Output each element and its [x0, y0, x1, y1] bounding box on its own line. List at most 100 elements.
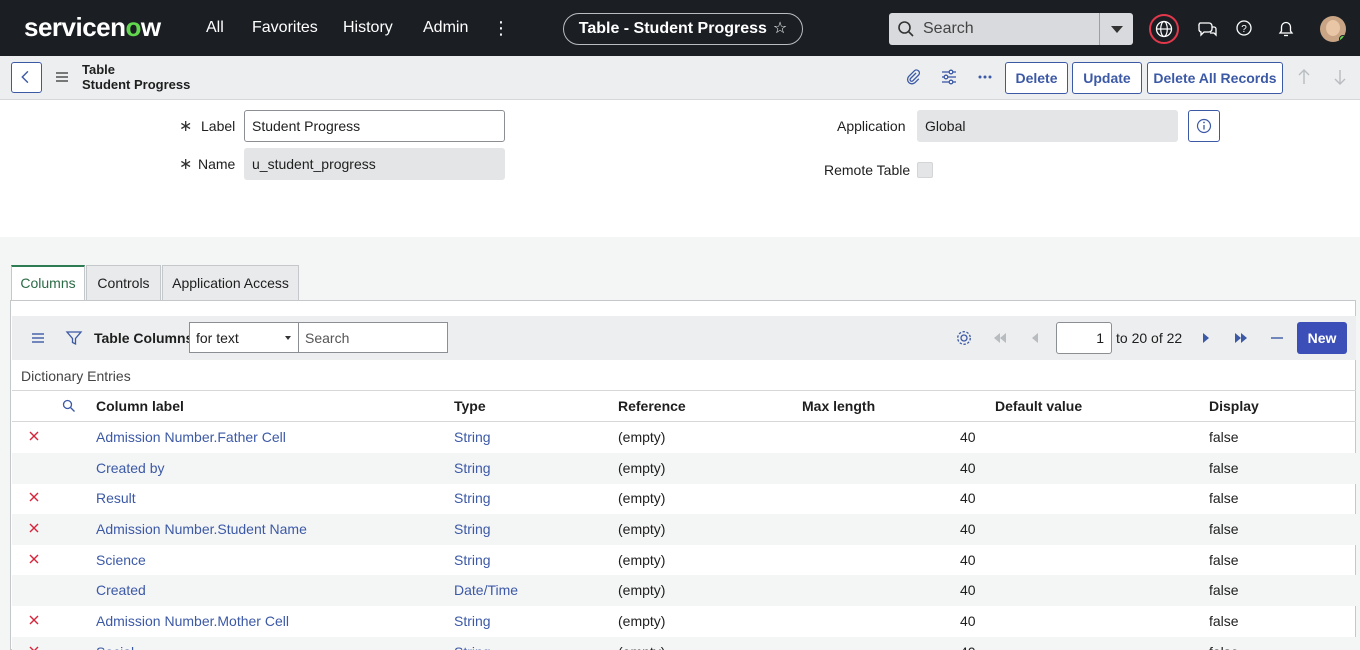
next-record-icon[interactable] — [1332, 68, 1348, 86]
servicenow-logo[interactable]: servicenow — [24, 12, 161, 43]
more-horizontal-icon[interactable] — [976, 68, 994, 86]
nav-history[interactable]: History — [343, 19, 393, 37]
tab-columns[interactable]: Columns — [11, 265, 85, 300]
attachment-icon[interactable] — [904, 68, 922, 86]
column-label-link[interactable]: Admission Number.Mother Cell — [96, 613, 289, 629]
list-header: Table Columns for text Search 1 to 20 of… — [12, 316, 1356, 360]
type-link[interactable]: String — [454, 429, 491, 445]
table-row: Admission Number.Father Cell String (empty… — [12, 422, 1356, 453]
delete-column-icon[interactable] — [28, 430, 40, 442]
search-icon — [898, 21, 914, 37]
nav-all[interactable]: All — [206, 19, 224, 37]
column-label-link[interactable]: Admission Number.Student Name — [96, 521, 307, 537]
table-row: Social String (empty) 40 false — [12, 637, 1356, 650]
delete-column-icon[interactable] — [28, 491, 40, 503]
delete-column-icon[interactable] — [28, 645, 40, 650]
column-header-display[interactable]: Display — [1209, 398, 1259, 414]
tab-controls[interactable]: Controls — [86, 265, 161, 300]
new-button[interactable]: New — [1297, 322, 1347, 354]
page-range-text: to 20 of 22 — [1116, 330, 1183, 346]
column-label-link[interactable]: Created by — [96, 460, 164, 476]
reference-cell: (empty) — [618, 460, 666, 476]
max-length-cell: 40 — [960, 552, 976, 568]
reference-cell: (empty) — [618, 582, 666, 598]
nav-favorites[interactable]: Favorites — [252, 19, 318, 37]
max-length-cell: 40 — [960, 490, 976, 506]
breadcrumb[interactable]: Dictionary Entries — [21, 368, 131, 384]
chat-icon[interactable] — [1192, 14, 1222, 44]
last-page-icon[interactable] — [1231, 328, 1251, 348]
list-menu-icon[interactable] — [29, 329, 47, 347]
bell-icon[interactable] — [1273, 14, 1303, 44]
display-cell: false — [1209, 429, 1239, 445]
column-header-label[interactable]: Column label — [96, 398, 184, 414]
table-row: Admission Number.Student Name String (empt… — [12, 514, 1356, 545]
type-link[interactable]: Date/Time — [454, 582, 518, 598]
gear-icon[interactable] — [954, 328, 974, 348]
more-vertical-icon[interactable]: ⋮ — [492, 17, 510, 39]
max-length-cell: 40 — [960, 644, 976, 650]
delete-button[interactable]: Delete — [1005, 62, 1068, 94]
tab-application-access[interactable]: Application Access — [162, 265, 299, 300]
user-avatar[interactable] — [1320, 16, 1346, 42]
name-field-caption: Name — [198, 156, 236, 172]
page-title-pill[interactable]: Table - Student Progress ☆ — [563, 13, 803, 45]
search-scope-dropdown[interactable] — [1100, 13, 1133, 45]
form-header-bar: Table Student Progress Delete Update Del… — [0, 56, 1360, 100]
first-page-icon[interactable] — [990, 328, 1010, 348]
global-search-input[interactable]: Search — [923, 20, 974, 38]
nav-admin[interactable]: Admin — [423, 19, 468, 37]
column-header-type[interactable]: Type — [454, 398, 486, 414]
list-search-input[interactable]: Search — [298, 322, 448, 353]
form-title-record: Student Progress — [82, 77, 191, 92]
reference-cell: (empty) — [618, 429, 666, 445]
column-header-max-length[interactable]: Max length — [802, 398, 875, 414]
column-label-link[interactable]: Social — [96, 644, 134, 650]
reference-cell: (empty) — [618, 613, 666, 629]
globe-icon[interactable] — [1149, 14, 1179, 44]
help-icon[interactable]: ? — [1232, 14, 1262, 44]
delete-all-records-button[interactable]: Delete All Records — [1147, 62, 1283, 94]
type-link[interactable]: String — [454, 460, 491, 476]
table-header-row: Column label Type Reference Max length D… — [12, 390, 1356, 422]
update-button[interactable]: Update — [1072, 62, 1142, 94]
type-link[interactable]: String — [454, 644, 491, 650]
search-field-select[interactable]: for text — [189, 322, 299, 353]
delete-column-icon[interactable] — [28, 553, 40, 565]
page-number-input[interactable]: 1 — [1056, 322, 1112, 354]
list-title: Table Columns — [94, 330, 194, 346]
back-button[interactable] — [11, 62, 42, 93]
previous-page-icon[interactable] — [1026, 328, 1046, 348]
next-page-icon[interactable] — [1195, 328, 1215, 348]
type-link[interactable]: String — [454, 521, 491, 537]
label-field[interactable]: Student Progress — [244, 110, 505, 142]
global-search[interactable]: Search — [889, 13, 1133, 45]
column-label-link[interactable]: Created — [96, 582, 146, 598]
type-link[interactable]: String — [454, 552, 491, 568]
column-header-reference[interactable]: Reference — [618, 398, 686, 414]
column-search-icon[interactable] — [62, 399, 76, 413]
previous-record-icon[interactable] — [1296, 68, 1312, 86]
info-button[interactable] — [1188, 110, 1220, 142]
display-cell: false — [1209, 613, 1239, 629]
remote-table-checkbox[interactable] — [917, 162, 933, 178]
context-menu-icon[interactable] — [56, 71, 68, 83]
column-header-default-value[interactable]: Default value — [995, 398, 1082, 414]
svg-text:?: ? — [1241, 24, 1247, 35]
display-cell: false — [1209, 582, 1239, 598]
star-icon[interactable]: ☆ — [773, 20, 787, 37]
column-label-link[interactable]: Result — [96, 490, 136, 506]
settings-sliders-icon[interactable] — [940, 68, 958, 86]
delete-column-icon[interactable] — [28, 522, 40, 534]
filter-icon[interactable] — [65, 329, 83, 347]
column-label-link[interactable]: Science — [96, 552, 146, 568]
type-link[interactable]: String — [454, 490, 491, 506]
application-field-caption: Application — [837, 118, 906, 134]
page-title: Table - Student Progress — [578, 20, 767, 37]
column-label-link[interactable]: Admission Number.Father Cell — [96, 429, 286, 445]
collapse-icon[interactable] — [1267, 328, 1287, 348]
table-row: Created Date/Time (empty) 40 false — [12, 575, 1356, 606]
type-link[interactable]: String — [454, 613, 491, 629]
max-length-cell: 40 — [960, 460, 976, 476]
delete-column-icon[interactable] — [28, 614, 40, 626]
